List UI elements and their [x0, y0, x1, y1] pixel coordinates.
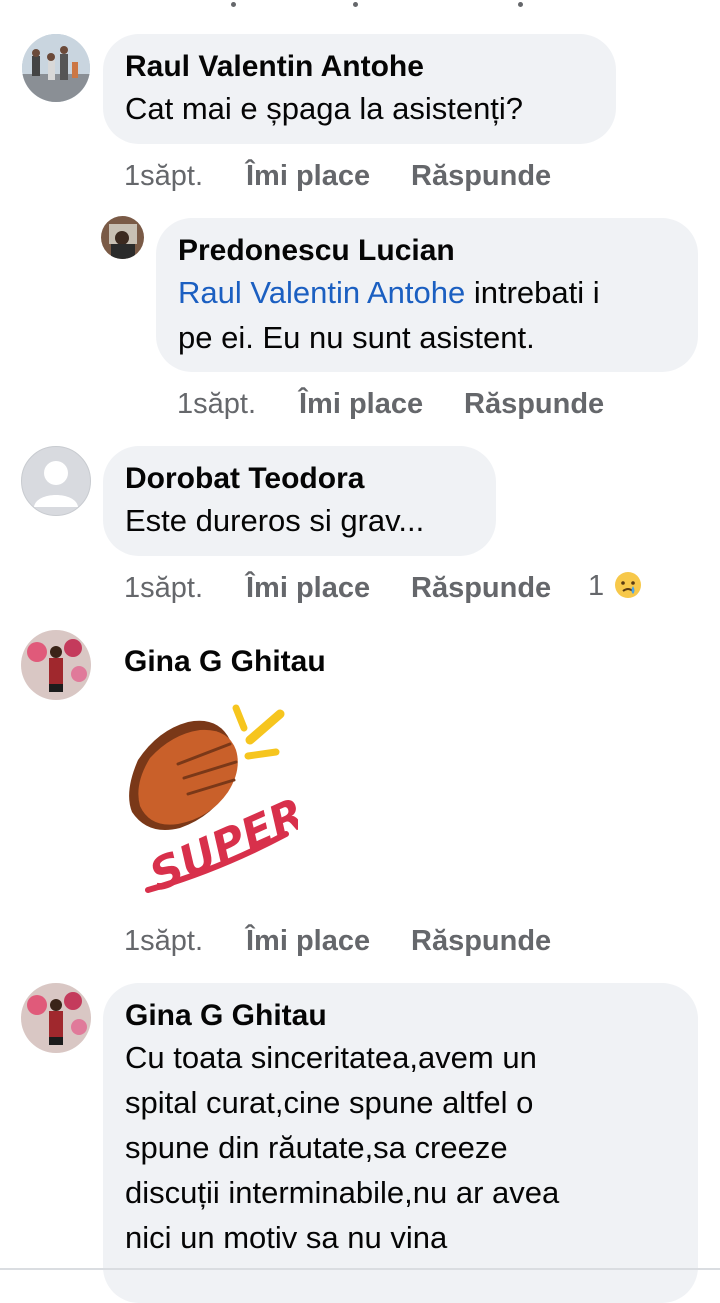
super-sticker[interactable]: SUPER! [118, 700, 331, 902]
clapping-hands-icon: SUPER! [129, 704, 331, 902]
photo-avatar-icon [21, 983, 91, 1053]
comment-line: discuții interminabile,nu ar avea [125, 1175, 560, 1210]
reply-button[interactable]: Răspunde [464, 384, 604, 424]
comment-author[interactable]: Gina G Ghitau [124, 643, 326, 681]
like-button[interactable]: Îmi place [246, 568, 370, 608]
avatar[interactable] [101, 216, 144, 259]
reaction-count: 1 [588, 570, 605, 602]
comment-bubble[interactable]: Predonescu Lucian Raul Valentin Antohe i… [156, 218, 698, 372]
comment-author[interactable]: Gina G Ghitau [125, 997, 676, 1035]
dot [353, 2, 358, 7]
comment-bubble[interactable]: Dorobat Teodora Este dureros si grav... [103, 446, 496, 556]
comment-text: Cat mai e șpaga la asistenți? [125, 91, 524, 126]
avatar[interactable] [21, 630, 91, 700]
comment-bubble[interactable]: Raul Valentin Antohe Cat mai e șpaga la … [103, 34, 616, 144]
reply-button[interactable]: Răspunde [411, 156, 551, 196]
comment-author[interactable]: Dorobat Teodora [125, 460, 474, 498]
avatar[interactable] [21, 983, 91, 1053]
reply-button[interactable]: Răspunde [411, 921, 551, 961]
reply-button[interactable]: Răspunde [411, 568, 551, 608]
sad-crying-emoji-icon [615, 572, 642, 598]
comment-line: spune din răutate,sa creeze [125, 1130, 508, 1165]
timestamp[interactable]: 1săpt. [177, 384, 256, 424]
default-user-icon [34, 461, 78, 507]
comment-text: Este dureros si grav... [125, 503, 425, 538]
comment-author[interactable]: Raul Valentin Antohe [125, 48, 594, 86]
like-button[interactable]: Îmi place [299, 384, 423, 424]
avatar[interactable] [21, 446, 91, 516]
comment-text: Raul Valentin Antohe intrebati i pe ei. E… [178, 275, 600, 355]
comment-text: Cu toata sinceritatea,avem un spital cur… [125, 1035, 676, 1260]
timestamp[interactable]: 1săpt. [124, 568, 203, 608]
screen-bottom-edge [0, 1268, 720, 1270]
comment-line: Cu toata sinceritatea,avem un [125, 1040, 537, 1075]
overflow-dots [0, 0, 720, 12]
comment-line: spital curat,cine spune altfel o [125, 1085, 534, 1120]
reaction-summary[interactable]: 1 [588, 566, 642, 606]
photo-avatar-icon [21, 630, 91, 700]
comment-author[interactable]: Predonescu Lucian [178, 232, 676, 270]
photo-avatar-icon [101, 216, 144, 259]
comment-bubble[interactable]: Gina G Ghitau Cu toata sinceritatea,avem… [103, 983, 698, 1303]
timestamp[interactable]: 1săpt. [124, 156, 203, 196]
timestamp[interactable]: 1săpt. [124, 921, 203, 961]
comment-line: nici un motiv sa nu vina [125, 1220, 448, 1255]
comment-actions: 1săpt. Îmi place Răspunde [177, 384, 677, 424]
like-button[interactable]: Îmi place [246, 156, 370, 196]
comment-actions: 1săpt. Îmi place Răspunde [124, 568, 664, 608]
avatar[interactable] [22, 34, 90, 102]
like-button[interactable]: Îmi place [246, 921, 370, 961]
photo-avatar-icon [22, 34, 90, 102]
dot [518, 2, 523, 7]
dot [231, 2, 236, 7]
comment-actions: 1săpt. Îmi place Răspunde [124, 921, 624, 961]
comment-actions: 1săpt. Îmi place Răspunde [124, 156, 624, 196]
mention-link[interactable]: Raul Valentin Antohe [178, 275, 465, 310]
